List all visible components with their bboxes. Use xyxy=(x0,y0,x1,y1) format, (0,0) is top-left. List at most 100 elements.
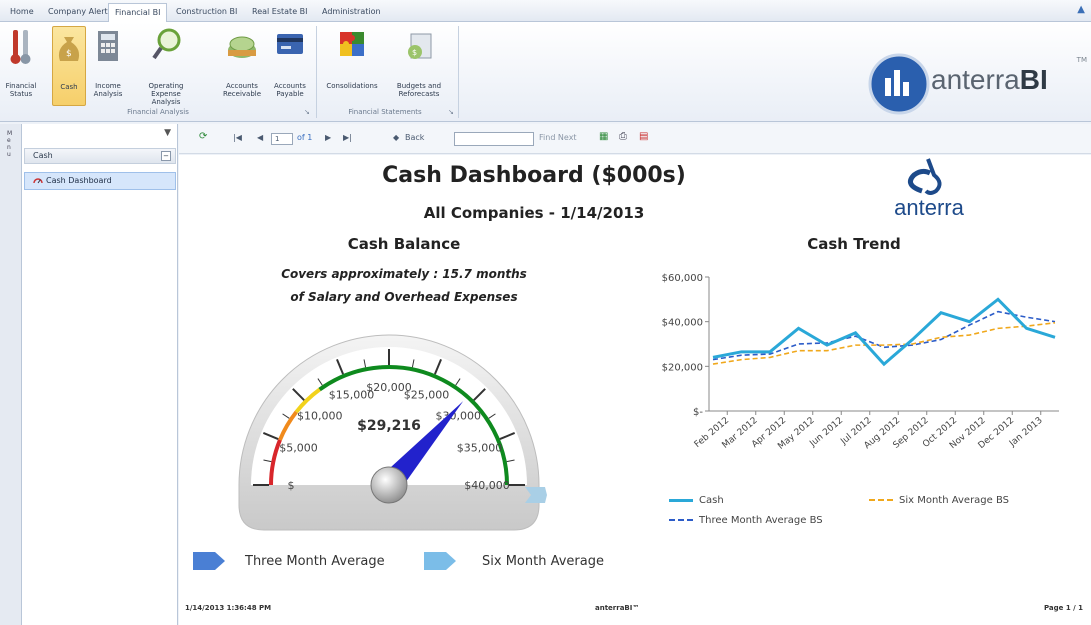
puzzle-icon xyxy=(340,32,364,56)
gauge-value-label: $29,216 xyxy=(357,418,421,434)
report-title: Cash Dashboard ($000s) xyxy=(382,163,686,188)
income-analysis-button[interactable]: Income Analysis xyxy=(94,26,122,106)
tab-construction-bi[interactable]: Construction BI xyxy=(170,3,243,22)
menu-strip[interactable]: M e n u xyxy=(0,124,22,625)
gauge-icon xyxy=(33,178,43,184)
ribbon: Financial Status $ Cash Income Analysis … xyxy=(0,22,1091,122)
cash-stack-icon xyxy=(228,36,256,58)
financial-statements-group-label: Financial Statements xyxy=(348,108,422,116)
y-tick-label: $40,000 xyxy=(662,318,703,329)
budgets-button[interactable]: $ Budgets and Reforecasts xyxy=(394,26,444,106)
gauge-legend: Three Month Average Six Month Average xyxy=(189,550,649,580)
ribbon-separator xyxy=(316,26,317,118)
export-pdf-icon[interactable]: ▤ xyxy=(639,131,648,142)
gauge-tick-label: $5,000 xyxy=(279,441,318,454)
gauge-tick-label: $10,000 xyxy=(297,410,343,423)
last-page-icon[interactable]: ▶| xyxy=(343,133,352,142)
logo-emblem-icon xyxy=(868,53,930,115)
magnifier-icon xyxy=(152,28,181,60)
chart-axes xyxy=(708,277,1059,412)
consolidations-button[interactable]: Consolidations xyxy=(326,26,378,106)
back-button[interactable]: Back xyxy=(405,133,424,142)
tab-company-alerts[interactable]: Company Alerts xyxy=(42,3,118,22)
coverage-text-line1: Covers approximately : 15.7 months xyxy=(281,267,527,281)
nav-item-label: Cash Dashboard xyxy=(46,176,112,185)
legend-swatch xyxy=(869,499,893,501)
logo-name: anterra xyxy=(931,64,1020,95)
export-excel-icon[interactable]: ▦ xyxy=(599,131,608,142)
report-toolbar: ⟳ |◀ ◀ 1 of 1 ▶ ▶| ◆ Back Find Next ▦ ⎙ … xyxy=(179,124,1091,154)
report-footer: 1/14/2013 1:36:48 PM anterraBI™ Page 1 /… xyxy=(179,600,1091,620)
legend-item-three-month: Three Month Average BS xyxy=(669,515,823,526)
dialog-launcher-icon[interactable]: ↘ xyxy=(304,108,310,116)
cash-button[interactable]: $ Cash xyxy=(52,26,86,106)
gauge-tick-label: $35,000 xyxy=(457,441,503,454)
logo-bi: BI xyxy=(1019,64,1048,95)
y-tick-label: $60,000 xyxy=(662,273,703,284)
credit-card-icon xyxy=(277,34,303,54)
legend-label: Cash xyxy=(699,495,724,506)
thermometer-icon xyxy=(10,30,31,64)
next-page-icon[interactable]: ▶ xyxy=(325,133,331,142)
gauge-tick-label: $40,000 xyxy=(464,479,510,492)
money-bag-icon: $ xyxy=(58,37,80,61)
legend-item-six-month: Six Month Average BS xyxy=(869,495,1009,506)
nav-item-cash-dashboard[interactable]: Cash Dashboard xyxy=(24,172,176,190)
financial-analysis-group-label: Financial Analysis xyxy=(127,108,189,116)
svg-text:$: $ xyxy=(66,49,72,59)
help-icon[interactable]: ▲ xyxy=(1077,4,1085,15)
anterra-logo: anterra xyxy=(864,155,994,225)
page-number-input[interactable]: 1 xyxy=(271,133,293,145)
find-input[interactable] xyxy=(454,132,534,146)
cash-gauge: $$5,000$10,000$15,000$20,000$25,000$30,0… xyxy=(238,334,547,531)
six-month-average-marker-icon xyxy=(424,552,456,570)
three-month-average-marker-icon xyxy=(193,552,225,570)
anterra-emblem-icon xyxy=(907,158,942,195)
menu-strip-label: M e n u xyxy=(7,130,13,158)
print-icon[interactable]: ⎙ xyxy=(619,131,627,142)
pin-icon[interactable]: ▼ xyxy=(164,128,171,138)
legend-label: Three Month Average BS xyxy=(699,515,823,526)
legend-label: Six Month Average BS xyxy=(899,495,1010,506)
legend-swatch xyxy=(669,519,693,521)
chart-x-tick-labels: Feb 2012Mar 2012Apr 2012May 2012Jun 2012… xyxy=(693,411,1045,452)
tab-home[interactable]: Home xyxy=(4,3,40,22)
anterra-wordmark: anterra xyxy=(894,195,964,220)
tab-administration[interactable]: Administration xyxy=(316,3,387,22)
accounts-receivable-button[interactable]: Accounts Receivable xyxy=(223,26,261,106)
chart-y-tick-labels: $60,000 $40,000 $20,000 $- xyxy=(662,273,709,418)
six-month-average-label: Six Month Average xyxy=(482,554,604,569)
navigation-pane: ▼ Cash − Cash Dashboard xyxy=(22,124,178,625)
tab-financial-bi[interactable]: Financial BI xyxy=(108,3,168,22)
refresh-icon[interactable]: ⟳ xyxy=(199,131,207,142)
report-subtitle: All Companies - 1/14/2013 xyxy=(423,204,645,222)
svg-text:$: $ xyxy=(412,48,417,57)
series-line xyxy=(712,321,1056,365)
legend-item-cash: Cash xyxy=(669,495,724,506)
dialog-launcher-icon[interactable]: ↘ xyxy=(448,108,454,116)
ribbon-separator xyxy=(458,26,459,118)
cash-trend-chart: $60,000 $40,000 $20,000 $- Feb 2012Mar 2012… xyxy=(662,273,1059,452)
app-window: Home Company Alerts Financial BI Constru… xyxy=(0,0,1091,625)
nav-group-label: Cash xyxy=(33,151,53,160)
y-tick-label: $- xyxy=(693,407,703,418)
collapse-button[interactable]: − xyxy=(161,151,171,161)
tab-real-estate-bi[interactable]: Real Estate BI xyxy=(246,3,314,22)
first-page-icon[interactable]: |◀ xyxy=(233,133,242,142)
anterrabi-logo: anterraBI TM xyxy=(867,50,1087,120)
footer-brand: anterraBI™ xyxy=(595,604,640,612)
prev-page-icon[interactable]: ◀ xyxy=(257,133,263,142)
operating-expense-button[interactable]: Operating Expense Analysis xyxy=(146,26,186,106)
accounts-payable-button[interactable]: Accounts Payable xyxy=(272,26,308,106)
find-next-button[interactable]: Find Next xyxy=(539,133,577,142)
footer-timestamp: 1/14/2013 1:36:48 PM xyxy=(185,604,272,612)
financial-status-button[interactable]: Financial Status xyxy=(6,26,36,106)
main-tab-bar: Home Company Alerts Financial BI Constru… xyxy=(0,0,1091,22)
calculator-icon xyxy=(98,31,118,61)
chart-series xyxy=(712,297,1056,367)
nav-group-header[interactable]: Cash − xyxy=(24,148,176,164)
three-month-average-label: Three Month Average xyxy=(245,554,385,569)
back-icon[interactable]: ◆ xyxy=(393,133,399,142)
budget-icon: $ xyxy=(408,33,432,59)
coverage-text-line2: of Salary and Overhead Expenses xyxy=(290,290,518,304)
